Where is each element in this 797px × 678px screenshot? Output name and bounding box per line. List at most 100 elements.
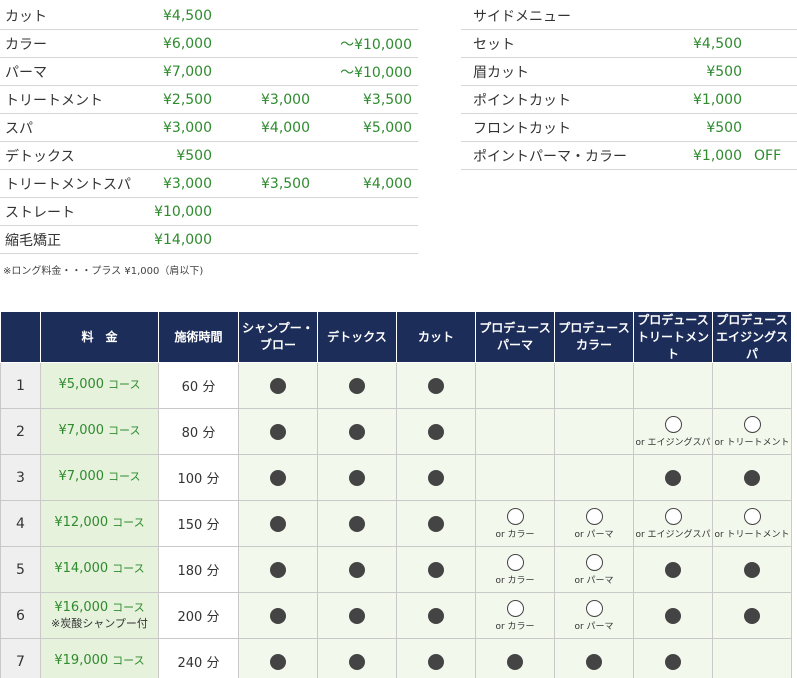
course-price-unit: コース <box>112 601 145 615</box>
price-high: ¥4,000 <box>363 175 412 192</box>
header-color-line1: プロデュース <box>558 321 630 336</box>
service-marker-wrap <box>318 515 396 532</box>
service-marker-wrap: or パーマ <box>555 599 633 632</box>
course-service-cell <box>317 546 397 594</box>
optional-circle-icon <box>664 507 682 525</box>
included-dot-icon <box>349 423 365 440</box>
course-service-cell: or トリートメント <box>712 408 792 456</box>
course-service-cell <box>475 454 555 502</box>
course-duration: 200 分 <box>158 592 239 640</box>
price-high: 〜¥10,000 <box>340 36 412 53</box>
course-price-unit: コース <box>108 378 141 392</box>
course-service-cell: or エイジングスパ <box>633 408 713 456</box>
header-cut: カット <box>396 312 476 364</box>
course-row: 6 ¥16,000 コース ※炭酸シャンプー付 200 分 or カラー or パーマ <box>0 592 792 640</box>
course-price-unit: コース <box>112 654 145 668</box>
service-marker-wrap <box>239 515 317 532</box>
course-price: ¥7,000 コース <box>40 454 159 502</box>
course-service-cell <box>475 638 555 678</box>
included-dot-icon <box>428 561 444 578</box>
service-marker-wrap <box>634 653 712 670</box>
included-dot-icon <box>744 469 760 486</box>
price-row: ストレート ¥10,000 <box>0 198 418 226</box>
service-marker-wrap <box>634 607 712 624</box>
course-price-value: ¥16,000 <box>54 600 109 616</box>
optional-circle-icon <box>585 599 603 617</box>
service-marker-wrap <box>239 469 317 486</box>
price-row-name: デトックス <box>5 148 75 165</box>
included-dot-icon <box>428 469 444 486</box>
service-marker-wrap <box>318 423 396 440</box>
course-number: 6 <box>0 592 41 640</box>
price-row: デトックス ¥500 <box>0 142 418 170</box>
service-alternative-label: or エイジングスパ <box>635 529 711 540</box>
course-price-unit: コース <box>108 424 141 438</box>
course-number: 4 <box>0 500 41 548</box>
course-price: ¥14,000 コース <box>40 546 159 594</box>
service-marker-wrap <box>318 561 396 578</box>
course-service-cell <box>396 454 476 502</box>
course-price: ¥12,000 コース <box>40 500 159 548</box>
side-menu-title: サイドメニュー <box>473 8 571 25</box>
price-mid: ¥3,500 <box>261 175 310 192</box>
course-service-cell <box>633 546 713 594</box>
service-alternative-label: or パーマ <box>574 529 614 540</box>
included-dot-icon <box>665 607 681 624</box>
course-service-cell <box>554 408 634 456</box>
course-duration: 60 分 <box>158 362 239 410</box>
included-dot-icon <box>270 423 286 440</box>
price-high: ¥3,500 <box>363 91 412 108</box>
side-menu-item-price: ¥1,000 <box>693 91 742 108</box>
course-service-cell <box>238 638 318 678</box>
price-row-name: パーマ <box>5 64 47 81</box>
course-duration: 100 分 <box>158 454 239 502</box>
optional-circle-icon <box>585 507 603 525</box>
header-shampoo-blow: シャンプー・ ブロー <box>238 312 318 364</box>
course-duration: 150 分 <box>158 500 239 548</box>
service-marker-wrap: or カラー <box>476 599 554 632</box>
course-price-value: ¥19,000 <box>54 653 109 669</box>
service-marker-wrap <box>318 653 396 670</box>
included-dot-icon <box>507 653 523 670</box>
price-row-name: トリートメントスパ <box>5 176 131 193</box>
optional-circle-icon <box>664 415 682 433</box>
course-service-cell: or エイジングスパ <box>633 500 713 548</box>
price-row-name: 縮毛矯正 <box>5 232 61 249</box>
header-perm-line1: プロデュース <box>479 321 551 336</box>
optional-circle-icon <box>506 599 524 617</box>
course-service-cell: or カラー <box>475 592 555 640</box>
side-menu-item-name: ポイントカット <box>473 92 571 109</box>
service-marker-wrap: or エイジングスパ <box>634 415 712 448</box>
price-row: 縮毛矯正 ¥14,000 <box>0 226 418 254</box>
optional-circle-icon <box>743 507 761 525</box>
service-alternative-label: or カラー <box>495 621 535 632</box>
optional-circle-icon <box>506 507 524 525</box>
course-price: ¥16,000 コース ※炭酸シャンプー付 <box>40 592 159 640</box>
included-dot-icon <box>428 377 444 394</box>
side-menu-item: ポイントパーマ・カラー ¥1,000 OFF <box>461 142 797 170</box>
service-marker-wrap <box>239 561 317 578</box>
side-menu-list: サイドメニュー セット ¥4,500 眉カット ¥500 ポイントカット ¥1,000 フロ… <box>461 2 797 170</box>
course-price-value: ¥7,000 <box>58 423 105 439</box>
price-base: ¥7,000 <box>163 63 212 80</box>
included-dot-icon <box>270 515 286 532</box>
course-service-cell <box>238 408 318 456</box>
header-produce-treatment: プロデュース トリートメント <box>633 312 713 364</box>
course-number: 5 <box>0 546 41 594</box>
side-menu-item-name: フロントカット <box>473 120 571 137</box>
service-marker-wrap <box>318 607 396 624</box>
course-price-note: ※炭酸シャンプー付 <box>51 617 148 631</box>
service-marker-wrap <box>634 469 712 486</box>
price-base: ¥14,000 <box>154 231 212 248</box>
price-row: トリートメント ¥2,500 ¥3,000 ¥3,500 <box>0 86 418 114</box>
course-row: 4 ¥12,000 コース 150 分 or カラー or パーマ or エイジングスパ or… <box>0 500 792 548</box>
header-color-line2: カラー <box>575 338 612 353</box>
optional-circle-icon <box>585 553 603 571</box>
course-service-cell <box>238 592 318 640</box>
course-service-cell <box>633 454 713 502</box>
course-service-cell <box>633 638 713 678</box>
course-table-header: 料 金 施術時間 シャンプー・ ブロー デトックス カット プロデュース パーマ プ… <box>0 312 792 364</box>
header-price: 料 金 <box>40 312 159 364</box>
price-row-name: トリートメント <box>5 92 103 109</box>
price-row-name: スパ <box>5 120 33 137</box>
